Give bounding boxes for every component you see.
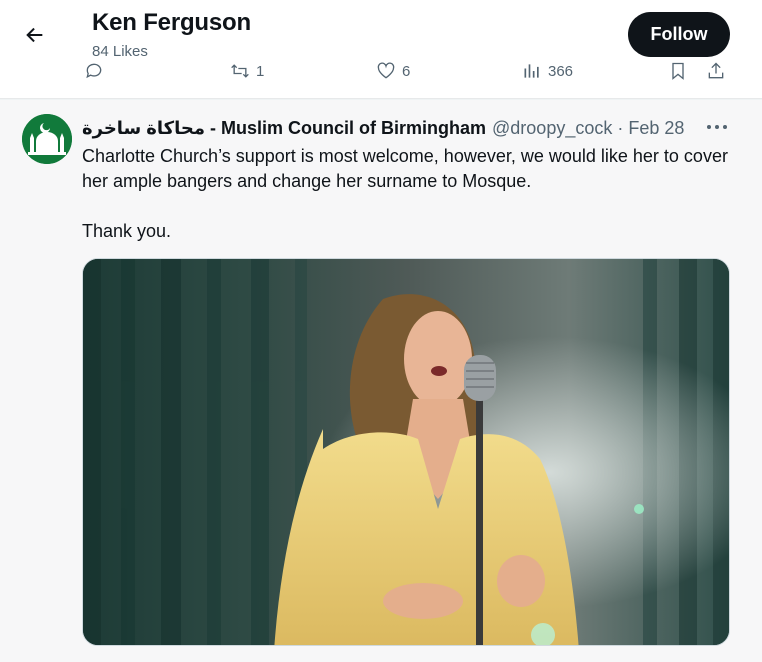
back-arrow-icon [26, 27, 43, 43]
view-count: 366 [548, 62, 574, 80]
more-icon [707, 125, 727, 129]
reply-icon [86, 63, 102, 79]
share-action[interactable] [706, 61, 726, 81]
page-title: Ken Ferguson [92, 9, 251, 36]
reply-action[interactable] [84, 61, 110, 81]
user-handle[interactable]: @droopy_cock [492, 118, 612, 139]
previous-tweet-actions: 1 6 366 [0, 58, 762, 86]
like-action[interactable]: 6 [376, 61, 410, 81]
tweet-text: Charlotte Church’s support is most welco… [82, 144, 742, 244]
more-button[interactable] [704, 116, 730, 138]
profile-header: Ken Ferguson 84 Likes Follow [0, 0, 762, 60]
retweet-count: 1 [256, 62, 265, 80]
back-button[interactable] [18, 18, 52, 52]
mosque-icon [22, 114, 72, 164]
bookmark-action[interactable] [668, 61, 688, 81]
retweet-action[interactable]: 1 [230, 61, 264, 81]
follow-button[interactable]: Follow [628, 12, 730, 57]
display-name[interactable]: محاكاة ساخرة - Muslim Council of Birming… [82, 118, 486, 139]
tweet-text-paragraph-1: Charlotte Church’s support is most welco… [82, 146, 728, 191]
retweet-icon [231, 64, 249, 78]
separator-dot: · [617, 117, 624, 138]
share-icon [708, 62, 724, 79]
bookmark-icon [672, 62, 684, 80]
like-count: 6 [402, 62, 411, 80]
views-icon [524, 64, 539, 78]
like-icon [377, 62, 395, 79]
tweet-media-photo[interactable] [82, 258, 730, 646]
tweet-date[interactable]: Feb 28 [628, 118, 684, 139]
singer-photo [83, 259, 729, 645]
avatar[interactable] [22, 114, 72, 164]
tweet-text-paragraph-2: Thank you. [82, 221, 172, 241]
tweet[interactable]: محاكاة ساخرة - Muslim Council of Birming… [0, 99, 762, 662]
tweet-header: محاكاة ساخرة - Muslim Council of Birming… [82, 116, 684, 140]
views-action[interactable]: 366 [522, 61, 573, 81]
likes-count: 84 Likes [92, 43, 148, 60]
